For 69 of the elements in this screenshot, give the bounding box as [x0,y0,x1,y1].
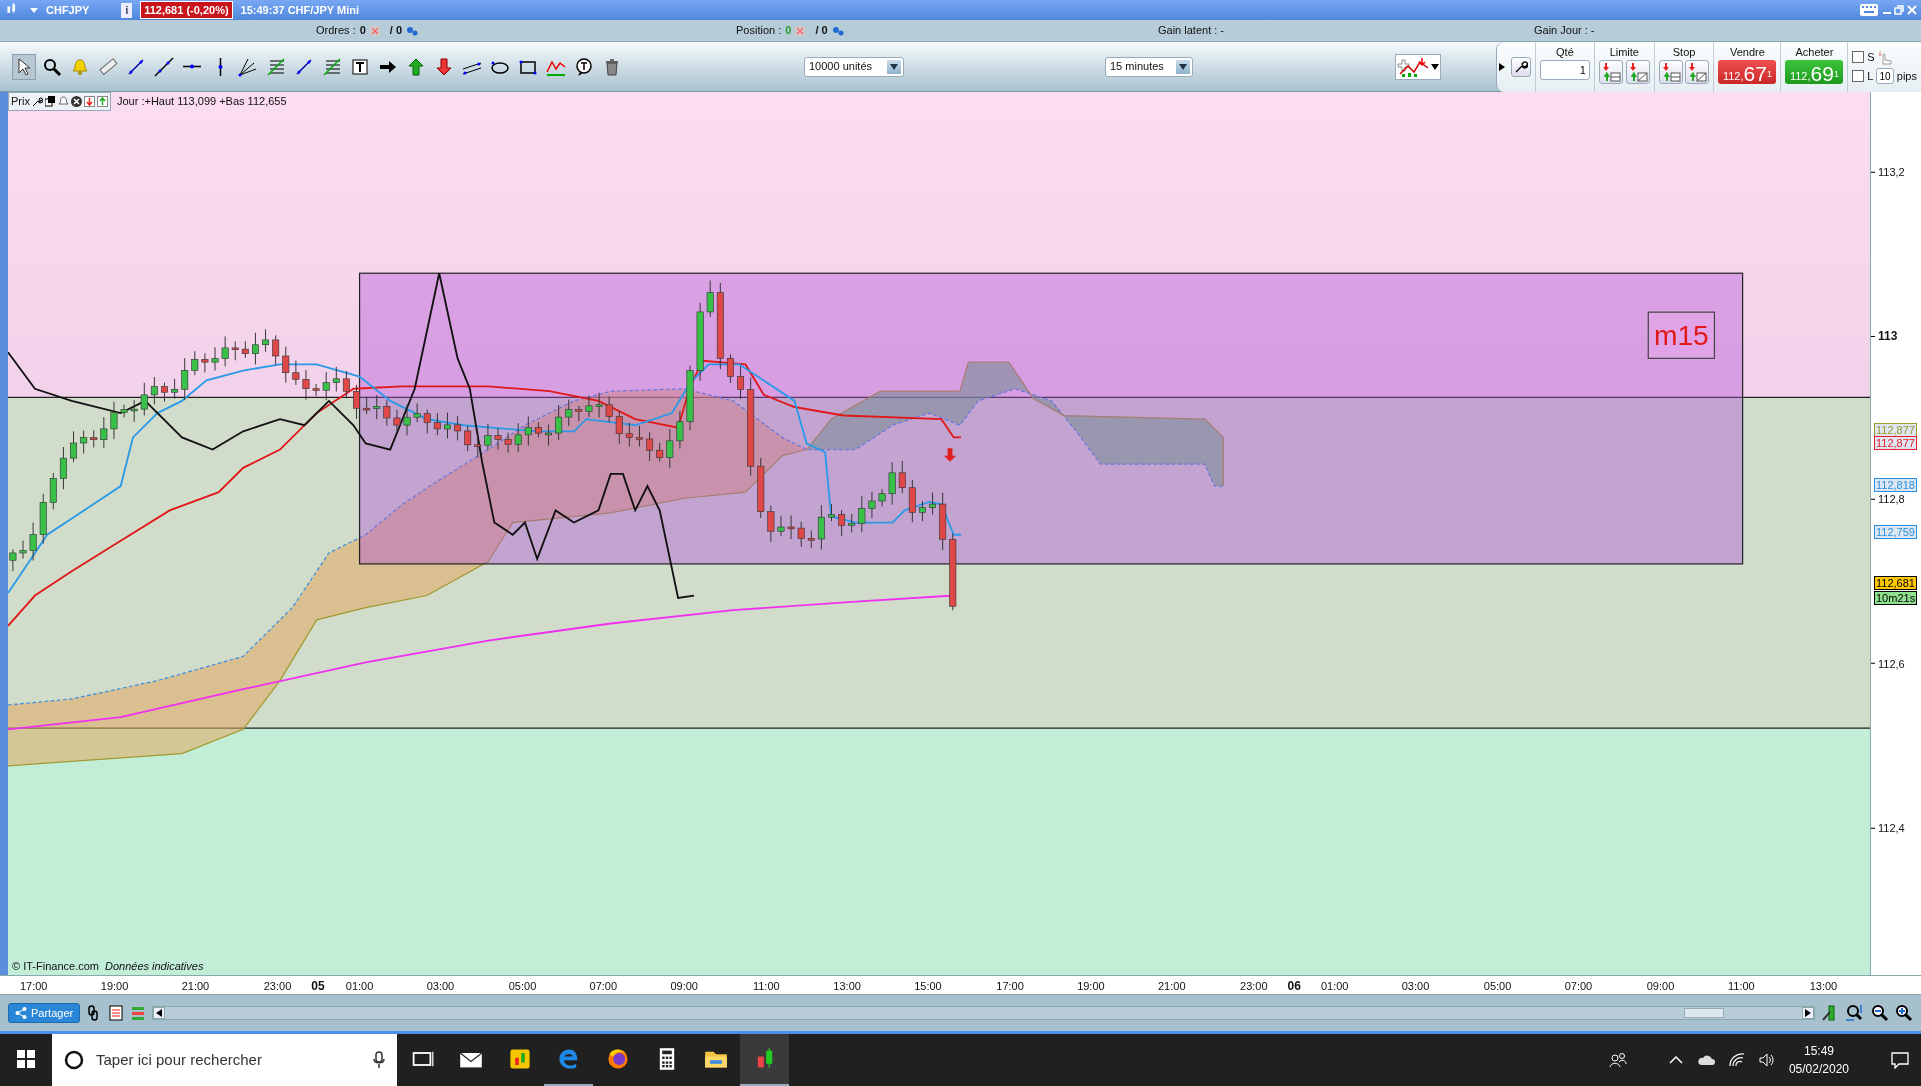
axis-label: 19:00 [1077,979,1105,994]
limit-label: Limite [1609,44,1639,60]
clock[interactable]: 15:49 05/02/2020 [1788,1042,1849,1078]
orders-label: Ordres : [316,23,356,39]
orders-total: / 0 [389,23,403,39]
axis-label: 21:00 [181,979,210,994]
price-tag: 10m21s [1874,590,1918,605]
price-tag: 112,681 [1874,576,1917,591]
axis-label: 11:00 [1728,979,1755,994]
axis-label: 07:00 [1564,979,1593,994]
axis-label: 03:00 [426,979,455,994]
position-label: Position : [736,23,782,39]
axis-label: 09:00 [670,979,698,994]
axis-label: 05:00 [1483,979,1512,994]
zone-label: m15 [1647,311,1716,359]
axis-label: 23:00 [1240,979,1268,994]
option-label: L [1867,68,1874,84]
axis-label: 21:00 [1158,979,1186,994]
axis-label: 19:00 [100,979,129,994]
stop-label: Stop [1672,44,1696,60]
axis-label: 113,2 [1878,165,1905,180]
axis-label: 05 [311,978,325,995]
price-tag: 112,877 [1874,423,1917,438]
axis-label: 05:00 [508,979,537,994]
quantity-label: Qté [1556,44,1574,60]
axis-label: 15:00 [914,979,942,994]
axis-label: 112,6 [1878,656,1905,672]
price-change-badge: 112,681 (-0,20%) [140,0,233,20]
pips-label: pips [1896,68,1917,84]
axis-label: 113 [1878,328,1898,346]
axis-label: 13:00 [1809,979,1838,994]
pips-input[interactable]: 10 [1876,68,1895,85]
axis-label: 07:00 [589,979,618,994]
window-title: 15:49:37 CHF/JPY Mini [240,2,359,18]
axis-label: 03:00 [1401,979,1430,994]
daily-gain: Gain Jour : - [1534,23,1595,39]
orders-count: 0 [359,23,366,39]
axis-label: 13:00 [833,979,861,994]
quantity-input[interactable]: 1 [1539,60,1590,80]
unrealized-gain: Gain latent : - [1158,23,1225,39]
share-button[interactable]: Partager [8,1002,81,1024]
buy-label: Acheter [1795,44,1834,60]
axis-label: 23:00 [263,979,292,994]
search-field[interactable]: Taper ici pour rechercher [52,1034,397,1086]
quantity-dropdown[interactable]: 10000 unités [804,56,904,77]
copyright-text: © IT-Finance.com [12,958,99,974]
axis-label: 17:00 [19,979,48,994]
axis-label: 06 [1287,978,1301,995]
daily-range-text: Jour :+Haut 113,099 +Bas 112,655 [116,94,287,109]
sell-label: Vendre [1730,44,1765,60]
axis-label: 112,4 [1878,820,1905,836]
axis-label: 01:00 [1320,979,1349,994]
axis-label: 112,8 [1878,492,1905,508]
option-label: S [1867,49,1875,65]
axis-label: 09:00 [1646,979,1675,994]
period-dropdown[interactable]: 15 minutes [1105,56,1193,77]
sell-price-button[interactable]: 112,67$^{1}$ [1718,60,1777,84]
price-tag: 112,877 [1874,436,1917,451]
price-tag: 112,759 [1874,525,1917,540]
symbol-name: CHFJPY [46,2,90,18]
axis-label: 17:00 [996,979,1024,994]
info-button[interactable]: i [121,2,133,18]
axis-label: 01:00 [345,979,374,994]
axis-label: 11:00 [752,979,780,994]
price-label: Prix [11,94,30,109]
disclaimer-text: Données indicatives [104,958,204,974]
position-total: / 0 [815,23,828,39]
price-tag: 112,818 [1874,477,1917,492]
position-count: 0 [785,23,792,39]
